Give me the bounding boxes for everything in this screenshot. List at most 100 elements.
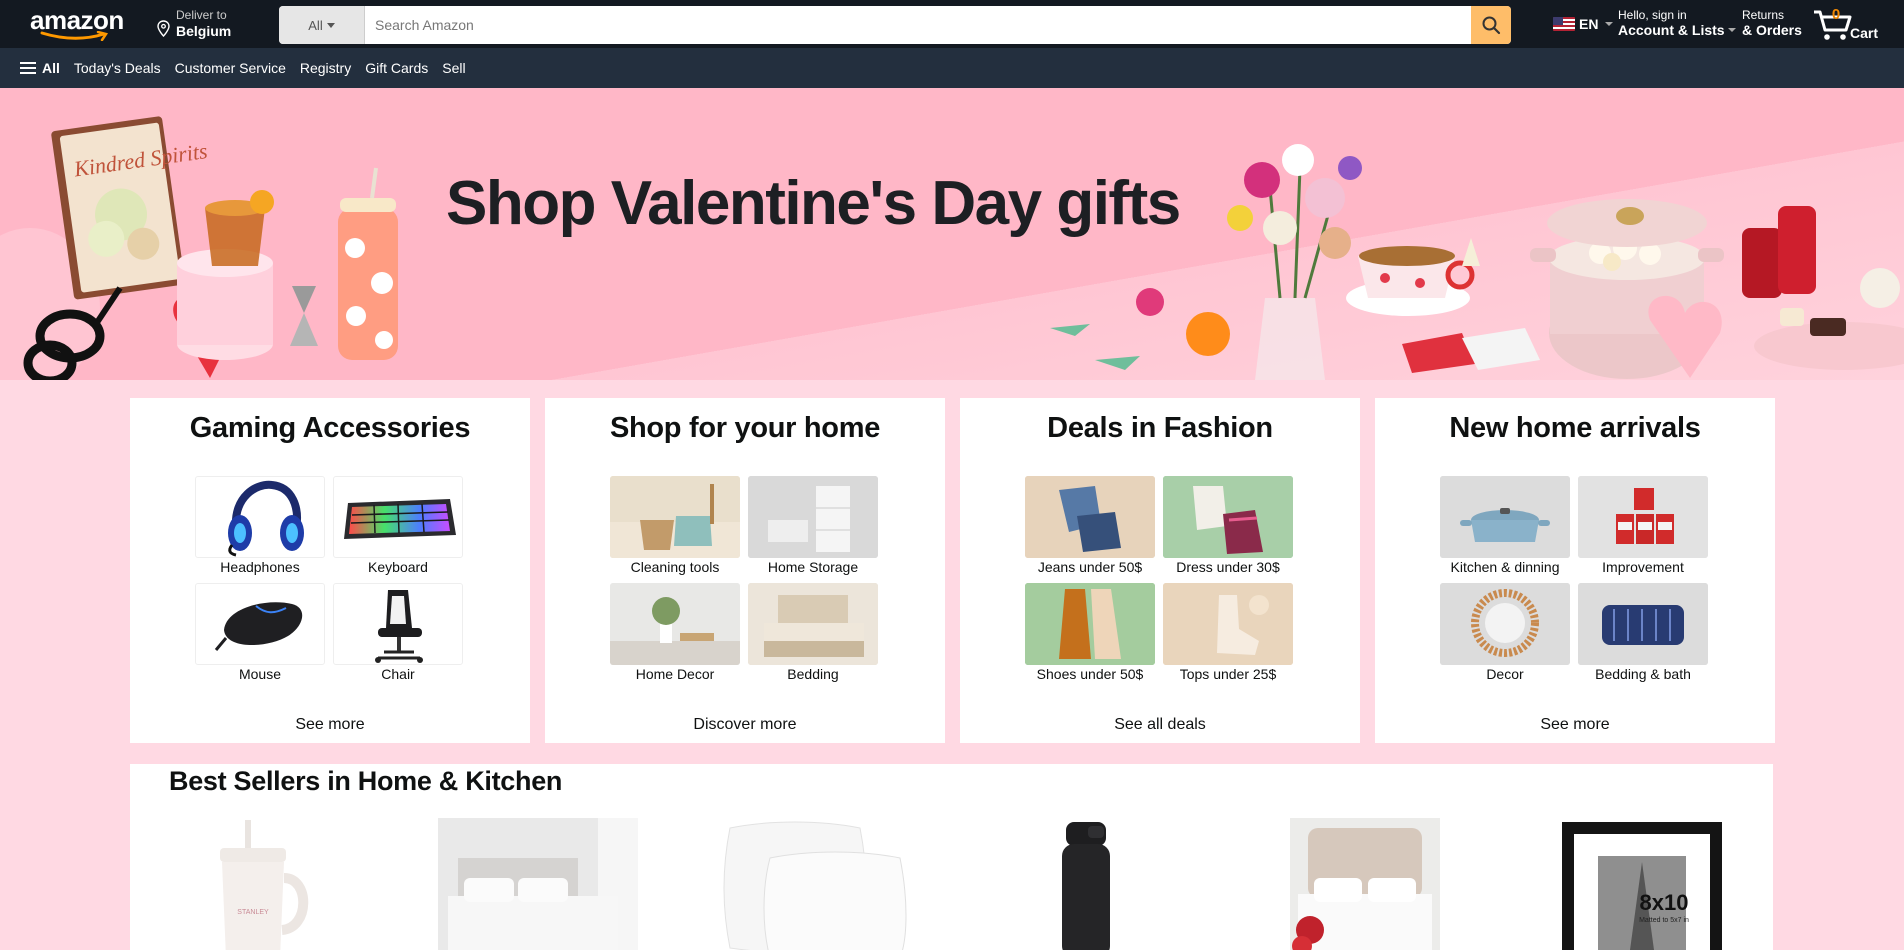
tile-cleaning-tools[interactable] [610, 476, 740, 558]
all-menu-button[interactable]: All [20, 60, 60, 76]
bed-sheets-image [438, 818, 638, 950]
hamburger-icon [20, 62, 36, 74]
tile-keyboard[interactable] [333, 476, 463, 558]
language-selector[interactable]: EN [1553, 14, 1614, 34]
frame-caption-text: Matted to 5x7 in [1639, 917, 1689, 924]
language-code: EN [1579, 16, 1599, 32]
product-water-bottle[interactable] [1048, 818, 1128, 950]
picture-frame-image: 8x10 Matted to 5x7 in [1562, 822, 1722, 950]
account-label: Account & Lists [1618, 22, 1725, 38]
all-menu-label: All [42, 60, 60, 76]
cart-button[interactable]: 0 Cart [1812, 6, 1896, 44]
search-category-value: All [308, 17, 323, 33]
water-bottle-image [1062, 822, 1110, 950]
search-button[interactable] [1471, 6, 1511, 44]
product-sheets[interactable] [438, 818, 638, 950]
see-all-deals-link[interactable]: See all deals [960, 716, 1360, 734]
bedding-image [748, 583, 878, 665]
tile-label: Bedding [787, 666, 839, 682]
frame-size-text: 8x10 [1640, 890, 1689, 915]
card-gaming-accessories: Gaming Accessories Headphones Keyboard M… [130, 398, 530, 743]
chevron-down-icon [1727, 28, 1736, 32]
card-title: New home arrivals [1449, 412, 1701, 444]
hero-banner[interactable]: Kindred Spirits Shop Valentine's Day gif… [0, 88, 1904, 380]
tile-label: Mouse [238, 666, 282, 682]
tile-label: Headphones [220, 559, 300, 575]
tile-dress[interactable] [1163, 476, 1293, 558]
tile-label: Kitchen & dinning [1450, 559, 1560, 575]
home-decor-image [610, 583, 740, 665]
card-deals-in-fashion: Deals in Fashion Jeans under 50$ Dress u… [960, 398, 1360, 743]
tile-mouse[interactable] [195, 583, 325, 665]
search-bar: All [279, 6, 1511, 44]
mouse-icon [214, 602, 303, 651]
nav-gift-cards[interactable]: Gift Cards [365, 60, 428, 76]
nav-registry[interactable]: Registry [300, 60, 351, 76]
discover-more-link[interactable]: Discover more [545, 716, 945, 734]
tile-label: Improvement [1602, 559, 1684, 575]
pillow-image [1578, 583, 1708, 665]
location-pin-icon [157, 20, 170, 37]
tumbler-brand-text: STANLEY [237, 909, 269, 916]
product-bed-set[interactable] [1290, 818, 1440, 950]
product-pillows[interactable] [710, 818, 910, 950]
cleaning-tools-image [610, 476, 740, 558]
account-menu[interactable]: Hello, sign in Account & Lists [1618, 8, 1736, 38]
returns-orders-link[interactable]: Returns & Orders [1742, 8, 1802, 38]
account-greeting: Hello, sign in [1618, 8, 1687, 22]
tile-label: Home Storage [767, 559, 859, 575]
nav-sell[interactable]: Sell [442, 60, 465, 76]
tile-jeans[interactable] [1025, 476, 1155, 558]
card-title: Gaming Accessories [189, 412, 471, 444]
card-new-home-arrivals: New home arrivals Kitchen & dinning Impr… [1375, 398, 1775, 743]
home-storage-image [748, 476, 878, 558]
tile-label: Home Decor [635, 666, 715, 682]
tile-tops[interactable] [1163, 583, 1293, 665]
chevron-down-icon [1605, 22, 1614, 26]
dress-image [1163, 476, 1293, 558]
tile-label: Bedding & bath [1595, 666, 1691, 682]
orders-label: & Orders [1742, 22, 1802, 38]
sub-navigation: All Today's Deals Customer Service Regis… [0, 48, 1904, 88]
product-tumbler[interactable]: STANLEY [210, 818, 320, 950]
top-header: amazon Deliver to Belgium All EN [0, 0, 1904, 48]
hero-title: Shop Valentine's Day gifts [446, 169, 1181, 238]
amazon-logo[interactable]: amazon [30, 7, 134, 43]
search-category-select[interactable]: All [279, 6, 365, 44]
sunburst-mirror-image [1440, 583, 1570, 665]
tile-improvement[interactable] [1578, 476, 1708, 558]
jeans-image [1025, 476, 1155, 558]
product-picture-frame[interactable]: 8x10 Matted to 5x7 in [1558, 818, 1728, 950]
tile-home-decor[interactable] [610, 583, 740, 665]
tile-home-storage[interactable] [748, 476, 878, 558]
logo-text: amazon [30, 5, 124, 35]
tile-headphones[interactable] [195, 476, 325, 558]
tile-bedding[interactable] [748, 583, 878, 665]
see-more-link[interactable]: See more [130, 716, 530, 734]
headphones-icon [228, 480, 304, 557]
see-more-link[interactable]: See more [1375, 716, 1775, 734]
search-icon [1482, 16, 1501, 35]
nav-todays-deals[interactable]: Today's Deals [74, 60, 161, 76]
best-sellers-section: Best Sellers in Home & Kitchen STANLEY 8… [130, 764, 1773, 950]
chair-icon [375, 590, 423, 663]
returns-label: Returns [1742, 8, 1785, 22]
tile-bedding-bath[interactable] [1578, 583, 1708, 665]
deliver-to-label: Deliver to [176, 8, 227, 22]
tile-label: Decor [1486, 666, 1524, 682]
tile-decor[interactable] [1440, 583, 1570, 665]
cart-count: 0 [1831, 6, 1841, 23]
tile-chair[interactable] [333, 583, 463, 665]
card-title: Shop for your home [609, 412, 881, 444]
tile-label: Keyboard [368, 559, 428, 575]
us-flag-icon [1553, 17, 1575, 31]
search-input[interactable] [365, 6, 1445, 44]
nav-customer-service[interactable]: Customer Service [175, 60, 286, 76]
tile-label: Dress under 30$ [1176, 559, 1280, 575]
tile-shoes[interactable] [1025, 583, 1155, 665]
tile-kitchen-dinning[interactable] [1440, 476, 1570, 558]
logo-smile-icon [40, 31, 109, 41]
tile-label: Cleaning tools [630, 559, 720, 575]
tops-image [1163, 583, 1293, 665]
card-title: Deals in Fashion [1047, 412, 1273, 444]
